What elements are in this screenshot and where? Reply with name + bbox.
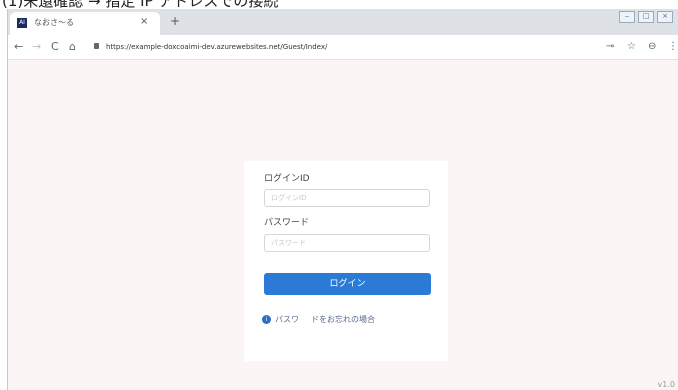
caption-text: (1)未還確認 → 指定 IP アドレスでの接続 — [2, 0, 279, 10]
star-icon[interactable]: ☆ — [627, 40, 636, 54]
url-text[interactable]: https://example-doxcoaimi-dev.azurewebsi… — [106, 41, 327, 53]
login-button[interactable]: ログイン — [264, 273, 431, 295]
forgot-password-text-2[interactable]: ドをお忘れの場合 — [311, 314, 375, 326]
forgot-password-text-1[interactable]: パスワ — [275, 314, 299, 326]
screenshot-frame: (1)未還確認 → 指定 IP アドレスでの接続 AI なおさ～る × + ‒ … — [0, 0, 678, 390]
login-id-label: ログインID — [264, 174, 310, 184]
password-input[interactable] — [264, 234, 430, 252]
password-label: パスワード — [264, 218, 310, 228]
tab-title: なおさ～る — [34, 18, 74, 27]
login-card: ログインID パスワード ログイン i パスワ ドをお忘れの場合 — [244, 161, 448, 361]
browser-window: AI なおさ～る × + ‒ □ × ← → C ⌂ https://examp… — [7, 9, 678, 390]
home-icon[interactable]: ⌂ — [69, 40, 76, 54]
lock-icon — [94, 43, 99, 49]
back-icon[interactable]: ← — [14, 40, 23, 54]
tab-strip: AI なおさ～る × + ‒ □ × — [8, 9, 678, 35]
address-bar[interactable]: https://example-doxcoaimi-dev.azurewebsi… — [94, 39, 594, 55]
forward-icon[interactable]: → — [32, 40, 41, 54]
window-controls: ‒ □ × — [616, 11, 673, 23]
maximize-button[interactable]: □ — [638, 11, 654, 23]
version-label: v1.0 — [657, 380, 675, 389]
tab-close-icon[interactable]: × — [140, 16, 148, 28]
favicon-icon: AI — [17, 18, 27, 28]
browser-toolbar: ← → C ⌂ https://example-doxcoaimi-dev.az… — [8, 35, 678, 60]
minimize-button[interactable]: ‒ — [619, 11, 635, 23]
browser-tab[interactable]: AI なおさ～る × — [10, 12, 160, 35]
menu-icon[interactable]: ⋮ — [668, 40, 678, 54]
info-icon: i — [262, 315, 271, 324]
reload-icon[interactable]: C — [51, 40, 59, 54]
login-id-input[interactable] — [264, 189, 430, 207]
key-icon[interactable]: ⊸ — [606, 40, 614, 54]
page-content: ログインID パスワード ログイン i パスワ ドをお忘れの場合 v1.0 — [8, 60, 678, 390]
account-icon[interactable]: ⊖ — [648, 40, 656, 54]
close-window-button[interactable]: × — [657, 11, 673, 23]
new-tab-button[interactable]: + — [170, 15, 180, 27]
